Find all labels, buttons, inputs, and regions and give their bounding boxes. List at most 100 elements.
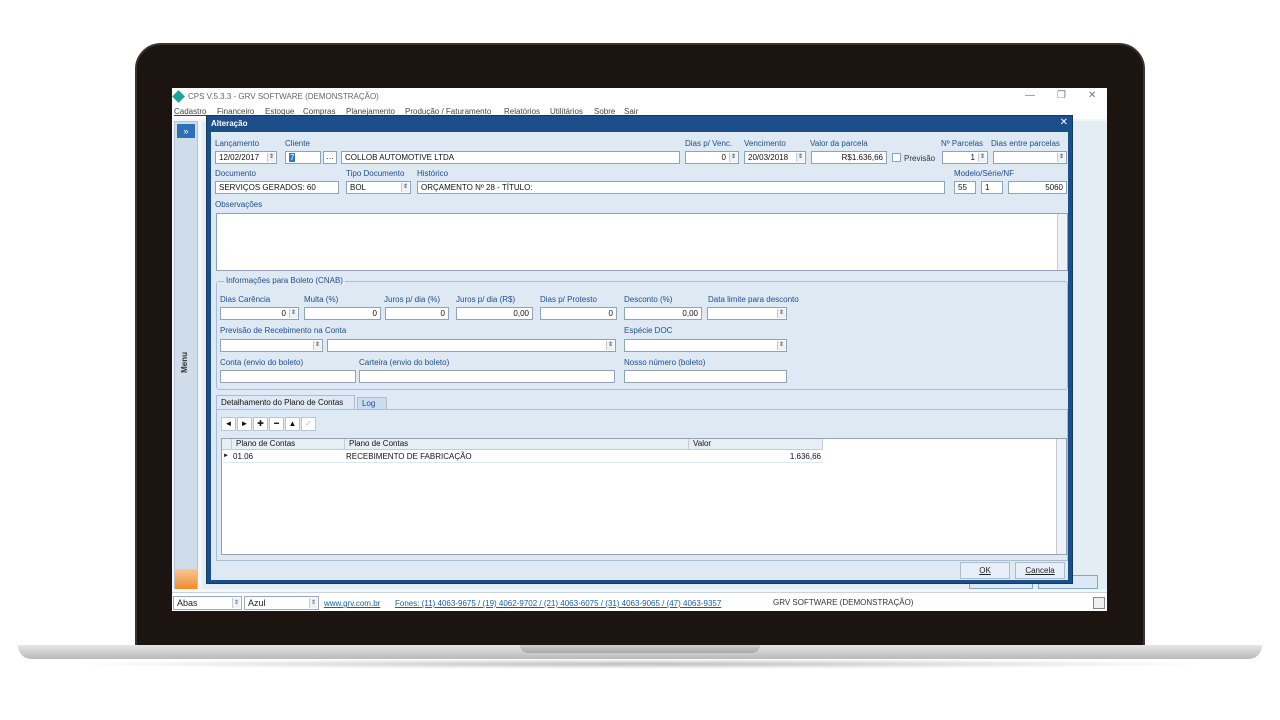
home-icon[interactable] bbox=[1093, 597, 1105, 609]
label-especie-doc: Espécie DOC bbox=[624, 326, 673, 335]
previsao-recebimento-select-1[interactable]: ⇕ bbox=[220, 339, 323, 352]
menu-cadastro[interactable]: Cadastro bbox=[174, 107, 206, 116]
especie-doc-select[interactable]: ⇕ bbox=[624, 339, 787, 352]
n-parcelas-field[interactable]: 1 ⇕ bbox=[942, 151, 988, 164]
label-juros-rs: Juros p/ dia (R$) bbox=[456, 295, 516, 304]
nf-field[interactable]: 5060 bbox=[1008, 181, 1067, 194]
dias-venc-spin-icon[interactable]: ⇕ bbox=[729, 153, 737, 162]
previsao-recebimento-dropdown-icon-2[interactable]: ⇕ bbox=[606, 341, 614, 350]
table-row-valor[interactable]: 1.636,66 bbox=[689, 451, 823, 463]
previsao-recebimento-select-2[interactable]: ⇕ bbox=[327, 339, 616, 352]
cancela-button[interactable]: Cancela bbox=[1015, 562, 1065, 579]
dialog-close-button[interactable]: ✕ bbox=[1060, 117, 1068, 128]
dias-entre-spin-icon[interactable]: ⇕ bbox=[1057, 153, 1065, 162]
label-carteira: Carteira (envio do boleto) bbox=[359, 358, 450, 367]
edit-record-button[interactable]: ▲ bbox=[285, 417, 300, 431]
observacoes-scrollbar[interactable] bbox=[1057, 214, 1067, 270]
close-window-button[interactable]: ✕ bbox=[1088, 90, 1096, 101]
data-limite-field[interactable]: ⇕ bbox=[707, 307, 787, 320]
label-vencimento: Vencimento bbox=[744, 139, 786, 148]
grid-header-codigo[interactable]: Plano de Contas bbox=[232, 439, 345, 450]
data-limite-spin-icon[interactable]: ⇕ bbox=[777, 309, 785, 318]
historico-field[interactable]: ORÇAMENTO Nº 28 - TÍTULO: bbox=[417, 181, 945, 194]
next-record-button[interactable]: ► bbox=[237, 417, 252, 431]
label-nosso-numero: Nosso número (boleto) bbox=[624, 358, 706, 367]
dias-protesto-field[interactable]: 0 bbox=[540, 307, 617, 320]
laptop-notch bbox=[520, 645, 760, 653]
site-link[interactable]: www.grv.com.br bbox=[324, 599, 380, 608]
prior-record-button[interactable]: ◄ bbox=[221, 417, 236, 431]
delete-record-button[interactable]: ━ bbox=[269, 417, 284, 431]
dialog-body: Lançamento Cliente Dias p/ Venc. Vencime… bbox=[211, 132, 1068, 580]
ok-label: OK bbox=[979, 566, 991, 575]
cliente-name-field[interactable]: COLLOB AUTOMOTIVE LTDA bbox=[341, 151, 680, 164]
especie-doc-dropdown-icon[interactable]: ⇕ bbox=[777, 341, 785, 350]
documento-field[interactable]: SERVIÇOS GERADOS: 60 bbox=[215, 181, 339, 194]
side-menu-highlight[interactable] bbox=[175, 569, 197, 589]
vencimento-value: 20/03/2018 bbox=[748, 153, 789, 162]
cliente-code-value: 7 bbox=[289, 153, 296, 162]
app-title: CPS V.5.3.3 - GRV SOFTWARE (DEMONSTRAÇÃO… bbox=[188, 92, 379, 101]
tema-value: Azul bbox=[248, 598, 266, 608]
nosso-numero-field[interactable] bbox=[624, 370, 787, 383]
grid-header-valor[interactable]: Valor bbox=[689, 439, 823, 450]
side-menu-expand-button[interactable]: » bbox=[177, 124, 195, 138]
label-dias-venc: Dias p/ Venc. bbox=[685, 139, 733, 148]
cliente-lookup-button[interactable]: … bbox=[323, 151, 337, 164]
n-parcelas-value: 1 bbox=[970, 153, 975, 162]
desconto-field[interactable]: 0,00 bbox=[624, 307, 702, 320]
modelo-field[interactable]: 55 bbox=[954, 181, 976, 194]
valor-parcela-field[interactable]: R$1.636,66 bbox=[811, 151, 887, 164]
abas-dropdown-icon[interactable]: ⇕ bbox=[232, 598, 240, 608]
dias-venc-field[interactable]: 0 ⇕ bbox=[685, 151, 739, 164]
label-previsao: Previsão bbox=[904, 154, 936, 163]
serie-field[interactable]: 1 bbox=[981, 181, 1003, 194]
juros-rs-field[interactable]: 0,00 bbox=[456, 307, 533, 320]
restore-button[interactable]: ❐ bbox=[1057, 90, 1066, 101]
tab-detalhamento[interactable]: Detalhamento do Plano de Contas bbox=[216, 395, 355, 409]
side-menu-label[interactable]: Menu bbox=[180, 352, 189, 373]
dias-carencia-spin-icon[interactable]: ⇕ bbox=[289, 309, 297, 318]
tipo-documento-select[interactable]: BOL ⇕ bbox=[346, 181, 411, 194]
ok-button[interactable]: OK bbox=[960, 562, 1010, 579]
post-record-button[interactable]: ✓ bbox=[301, 417, 316, 431]
label-dias-protesto: Dias p/ Protesto bbox=[540, 295, 597, 304]
observacoes-textarea[interactable] bbox=[216, 213, 1068, 271]
juros-pct-field[interactable]: 0 bbox=[385, 307, 449, 320]
status-bar: Abas ⇕ Azul ⇕ www.grv.com.br Fones: (11) 4… bbox=[172, 592, 1107, 611]
n-parcelas-spin-icon[interactable]: ⇕ bbox=[978, 153, 986, 162]
dias-carencia-field[interactable]: 0 ⇕ bbox=[220, 307, 299, 320]
lancamento-spin-icon[interactable]: ⇕ bbox=[267, 153, 275, 162]
cliente-code-field[interactable]: 7 bbox=[285, 151, 321, 164]
tema-dropdown-icon[interactable]: ⇕ bbox=[309, 598, 317, 608]
grid-scrollbar[interactable] bbox=[1056, 439, 1066, 554]
vencimento-field[interactable]: 20/03/2018 ⇕ bbox=[744, 151, 806, 164]
multa-field[interactable]: 0 bbox=[304, 307, 381, 320]
conta-field[interactable] bbox=[220, 370, 356, 383]
boleto-group-title: Informações para Boleto (CNAB) bbox=[224, 276, 345, 285]
alteracao-dialog: Alteração ✕ Lançamento Cliente Dias p/ V… bbox=[206, 115, 1073, 584]
previsao-checkbox[interactable] bbox=[892, 153, 901, 162]
minimize-button[interactable]: — bbox=[1025, 90, 1035, 101]
tema-select[interactable]: Azul ⇕ bbox=[244, 596, 319, 610]
label-dias-carencia: Dias Carência bbox=[220, 295, 271, 304]
table-row-descricao[interactable]: RECEBIMENTO DE FABRICAÇÃO bbox=[345, 451, 689, 463]
table-row-codigo[interactable]: 01.06 bbox=[232, 451, 345, 463]
previsao-recebimento-dropdown-icon-1[interactable]: ⇕ bbox=[313, 341, 321, 350]
label-conta: Conta (envio do boleto) bbox=[220, 358, 304, 367]
carteira-field[interactable] bbox=[359, 370, 615, 383]
abas-select[interactable]: Abas ⇕ bbox=[173, 596, 242, 610]
grid-header-descricao[interactable]: Plano de Contas bbox=[345, 439, 689, 450]
label-cliente: Cliente bbox=[285, 139, 310, 148]
dias-entre-parcelas-field[interactable]: ⇕ bbox=[993, 151, 1067, 164]
label-tipo-documento: Tipo Documento bbox=[346, 169, 405, 178]
grid-indicator-header bbox=[222, 439, 232, 450]
vencimento-spin-icon[interactable]: ⇕ bbox=[796, 153, 804, 162]
fones-link[interactable]: Fones: (11) 4063-9675 / (19) 4062-9702 /… bbox=[395, 599, 721, 608]
label-modelo-serie-nf: Modelo/Série/NF bbox=[954, 169, 1015, 178]
lancamento-field[interactable]: 12/02/2017 ⇕ bbox=[215, 151, 277, 164]
dias-carencia-value: 0 bbox=[281, 309, 286, 318]
tab-log[interactable]: Log bbox=[357, 397, 387, 409]
tipo-documento-dropdown-icon[interactable]: ⇕ bbox=[401, 183, 409, 192]
insert-record-button[interactable]: ✚ bbox=[253, 417, 268, 431]
